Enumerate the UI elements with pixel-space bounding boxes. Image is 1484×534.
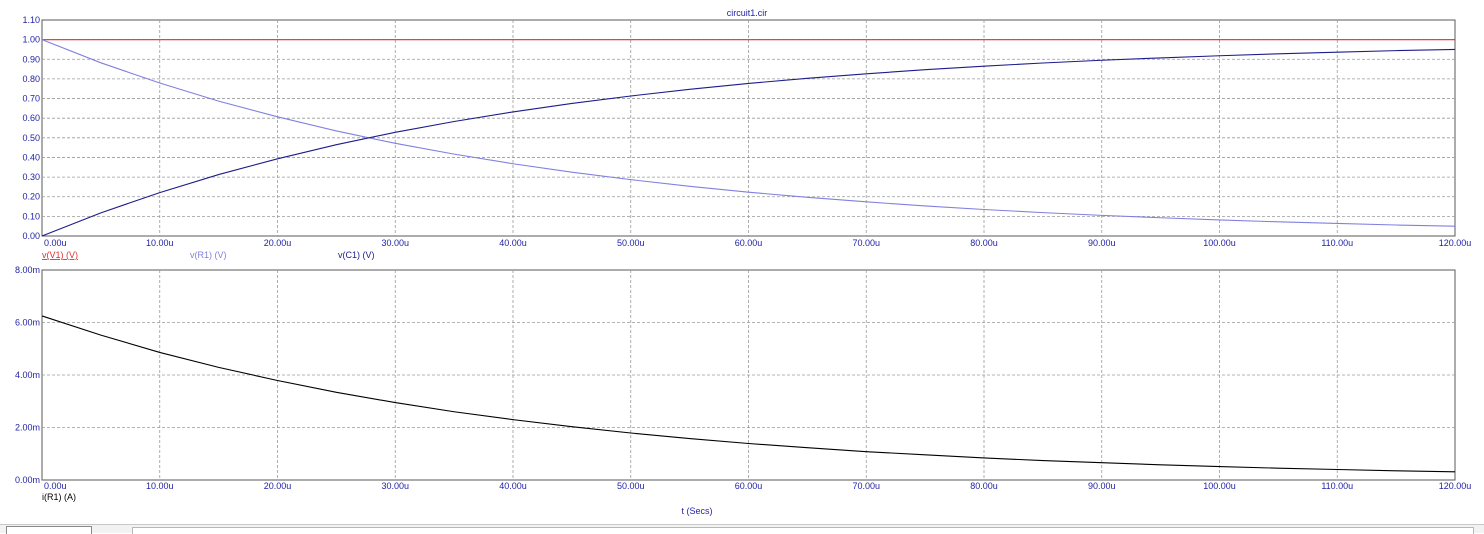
x-axis-label: t (Secs) <box>681 506 712 516</box>
x-tick-label: 70.00u <box>852 481 880 491</box>
x-tick-label: 20.00u <box>264 481 292 491</box>
x-tick-label: 90.00u <box>1088 238 1116 248</box>
plot-area[interactable]: circuit1.cir 0.00 0.10 0.20 0.30 0.40 0.50 0.6… <box>0 0 1484 524</box>
x-tick-label: 120.00u <box>1439 481 1472 491</box>
y-tick-label: 0.90 <box>22 54 40 64</box>
plot-tab[interactable] <box>6 526 92 534</box>
x-tick-label: 80.00u <box>970 481 998 491</box>
x-tick-label: 30.00u <box>381 481 409 491</box>
y-tick-label: 8.00m <box>15 265 40 275</box>
bottom-x-ticks: 0.00u 10.00u 20.00u 30.00u 40.00u 50.00u 60.00… <box>44 481 1471 491</box>
x-tick-label: 120.00u <box>1439 238 1472 248</box>
plot-window: circuit1.cir 0.00 0.10 0.20 0.30 0.40 0.50 0.6… <box>0 0 1484 534</box>
y-tick-label: 0.40 <box>22 152 40 162</box>
x-tick-label: 10.00u <box>146 481 174 491</box>
y-tick-label: 6.00m <box>15 318 40 328</box>
y-tick-label: 0.60 <box>22 113 40 123</box>
y-tick-label: 0.20 <box>22 192 40 202</box>
x-tick-label: 110.00u <box>1321 238 1353 248</box>
x-tick-label: 100.00u <box>1203 238 1236 248</box>
legend-item[interactable]: i(R1) (A) <box>42 492 76 502</box>
y-tick-label: 0.30 <box>22 172 40 182</box>
y-tick-label: 0.70 <box>22 94 40 104</box>
top-x-ticks: 0.00u 10.00u 20.00u 30.00u 40.00u 50.00u 60.00… <box>44 238 1471 248</box>
status-field <box>132 527 1474 534</box>
y-tick-label: 1.10 <box>22 15 40 25</box>
y-tick-label: 0.80 <box>22 74 40 84</box>
x-tick-label: 0.00u <box>44 238 67 248</box>
y-tick-label: 0.10 <box>22 211 40 221</box>
x-tick-label: 30.00u <box>381 238 409 248</box>
x-tick-label: 20.00u <box>264 238 292 248</box>
x-tick-label: 50.00u <box>617 481 645 491</box>
x-tick-label: 40.00u <box>499 238 527 248</box>
x-tick-label: 50.00u <box>617 238 645 248</box>
x-tick-label: 0.00u <box>44 481 67 491</box>
y-tick-label: 4.00m <box>15 370 40 380</box>
bottom-y-ticks: 0.00m 2.00m 4.00m 6.00m 8.00m <box>15 265 40 485</box>
x-tick-label: 60.00u <box>735 238 763 248</box>
x-tick-label: 110.00u <box>1321 481 1353 491</box>
y-tick-label: 2.00m <box>15 423 40 433</box>
bottom-panel[interactable]: 0.00m 2.00m 4.00m 6.00m 8.00m 0.00u 10.00u 20.… <box>15 265 1471 502</box>
y-tick-label: 0.00 <box>22 231 40 241</box>
x-tick-label: 60.00u <box>735 481 763 491</box>
legend-item[interactable]: v(R1) (V) <box>190 250 227 260</box>
x-tick-label: 70.00u <box>852 238 880 248</box>
x-tick-label: 40.00u <box>499 481 527 491</box>
chart-title: circuit1.cir <box>727 8 768 18</box>
x-tick-label: 80.00u <box>970 238 998 248</box>
top-legend[interactable]: v(V1) (V) v(R1) (V) v(C1) (V) <box>42 250 375 260</box>
bottom-legend[interactable]: i(R1) (A) <box>42 492 76 502</box>
legend-item[interactable]: v(V1) (V) <box>42 250 78 260</box>
top-y-ticks: 0.00 0.10 0.20 0.30 0.40 0.50 0.60 0.70 0.80 0.90… <box>22 15 40 241</box>
x-tick-label: 90.00u <box>1088 481 1116 491</box>
x-tick-label: 100.00u <box>1203 481 1236 491</box>
y-tick-label: 0.50 <box>22 133 40 143</box>
y-tick-label: 0.00m <box>15 475 40 485</box>
x-tick-label: 10.00u <box>146 238 174 248</box>
y-tick-label: 1.00 <box>22 35 40 45</box>
legend-item[interactable]: v(C1) (V) <box>338 250 375 260</box>
top-panel[interactable]: 0.00 0.10 0.20 0.30 0.40 0.50 0.60 0.70 0.80 0.90… <box>22 15 1471 260</box>
